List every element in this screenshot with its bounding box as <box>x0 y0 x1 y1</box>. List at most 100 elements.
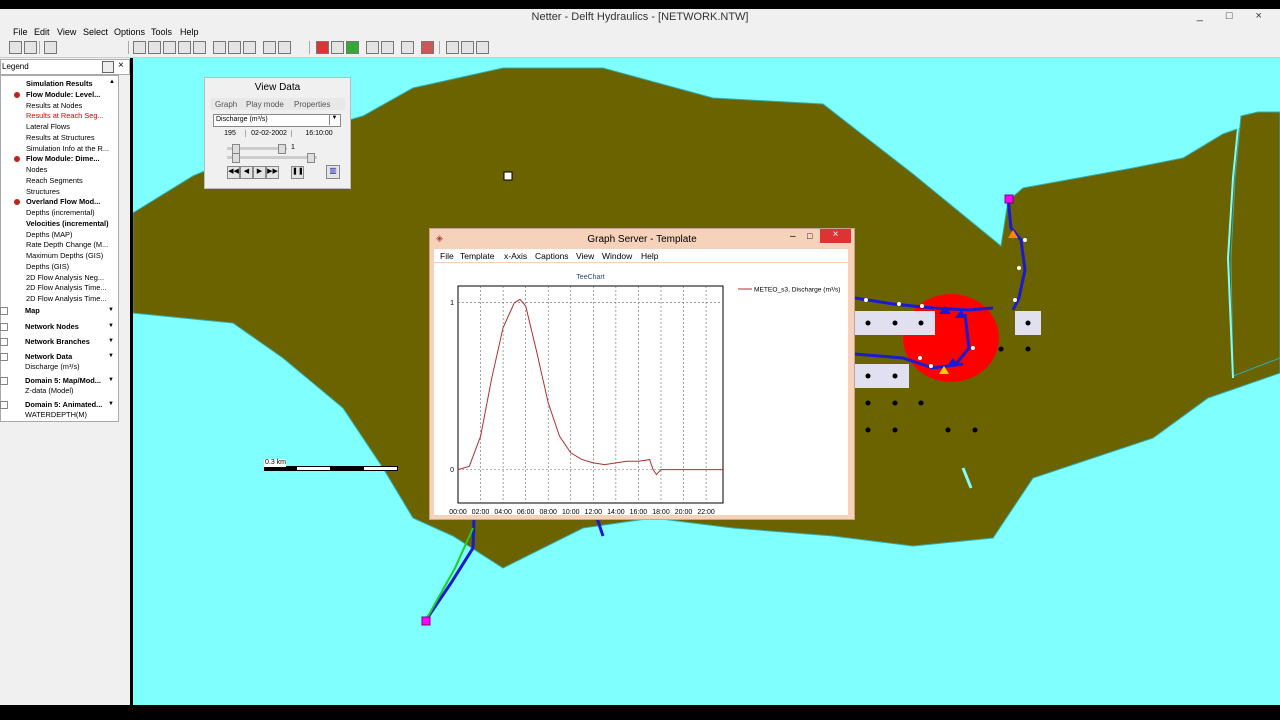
menu-tools[interactable]: Tools <box>151 27 172 37</box>
expand-icon[interactable]: ▼ <box>108 401 114 407</box>
graph-tool-icon[interactable] <box>366 41 379 54</box>
pan-icon[interactable] <box>178 41 191 54</box>
view-data-window[interactable]: View Data Graph Play mode Properties Dis… <box>204 77 351 189</box>
branch-tool-icon[interactable] <box>331 41 344 54</box>
select-icon[interactable] <box>193 41 206 54</box>
legend-item[interactable]: Depths (MAP) <box>26 230 72 239</box>
run-icon[interactable] <box>446 41 459 54</box>
legend-group-dot[interactable] <box>14 156 20 163</box>
graph-server-window[interactable]: ◈ Graph Server - Template – □ × File Tem… <box>429 228 855 520</box>
speed-slider-handle-2[interactable] <box>307 153 315 163</box>
zoom-extent-icon[interactable] <box>163 41 176 54</box>
legend-section-label[interactable]: Network Nodes <box>25 322 79 331</box>
close-icon[interactable]: × <box>820 229 851 243</box>
measure-icon[interactable] <box>381 41 394 54</box>
legend-item[interactable]: Velocities (incremental) <box>26 219 109 228</box>
legend-item[interactable]: 2D Flow Analysis Time... <box>26 283 107 292</box>
legend-item[interactable]: Lateral Flows <box>26 122 70 131</box>
legend-item[interactable]: Flow Module: Level... <box>26 90 100 99</box>
lock-icon[interactable] <box>278 41 291 54</box>
graph-menu-x-axis[interactable]: x-Axis <box>504 251 527 261</box>
menu-file[interactable]: File <box>13 27 28 37</box>
expand-icon[interactable]: ▼ <box>108 338 114 344</box>
legend-item[interactable]: Depths (GIS) <box>26 262 69 271</box>
legend-item[interactable]: Nodes <box>26 165 47 174</box>
node-tool-icon[interactable] <box>316 41 329 54</box>
close-icon[interactable]: × <box>118 60 124 71</box>
menu-view[interactable]: View <box>57 27 76 37</box>
legend-item[interactable]: Simulation Results <box>26 79 93 88</box>
layer-icon[interactable] <box>263 41 276 54</box>
pause-icon[interactable]: ❚❚ <box>291 166 304 179</box>
legend-section-label[interactable]: Domain 5: Animated... <box>25 400 102 409</box>
legend-section-label[interactable]: Network Data <box>25 352 72 361</box>
menu-edit[interactable]: Edit <box>34 27 50 37</box>
legend-section-checkbox[interactable] <box>0 377 8 385</box>
zoom-full-icon[interactable] <box>243 41 256 54</box>
legend-section-checkbox[interactable] <box>0 323 8 331</box>
end-slider-handle[interactable] <box>278 144 286 154</box>
graph-menu-file[interactable]: File <box>440 251 454 261</box>
zoom-previous-icon[interactable] <box>228 41 241 54</box>
menu-select[interactable]: Select <box>83 27 108 37</box>
legend-section-label[interactable]: Map <box>25 306 40 315</box>
legend-item[interactable]: Rate Depth Change (M... <box>26 240 108 249</box>
maximize-icon[interactable]: □ <box>807 231 812 241</box>
graph-menu-help[interactable]: Help <box>641 251 658 261</box>
graph-menu-view[interactable]: View <box>576 251 594 261</box>
fast-forward-icon[interactable]: ▶▶ <box>266 166 279 179</box>
expand-icon[interactable]: ▼ <box>108 307 114 313</box>
legend-item[interactable]: Reach Segments <box>26 176 83 185</box>
rewind-icon[interactable]: ◀◀ <box>227 166 240 179</box>
zoom-window-icon[interactable] <box>213 41 226 54</box>
undock-icon[interactable] <box>102 61 114 73</box>
speed-slider-track[interactable] <box>227 156 317 159</box>
legend-item[interactable]: Results at Nodes <box>26 101 82 110</box>
graph-menu-window[interactable]: Window <box>602 251 632 261</box>
delete-icon[interactable] <box>421 41 434 54</box>
tab-graph[interactable]: Graph <box>215 100 237 109</box>
menu-options[interactable]: Options <box>114 27 145 37</box>
parameter-select[interactable]: Discharge (m³/s) ▼ <box>213 114 341 127</box>
legend-item[interactable]: Results at Structures <box>26 133 95 142</box>
legend-item[interactable]: 2D Flow Analysis Neg... <box>26 273 104 282</box>
legend-section-label[interactable]: Domain 5: Map/Mod... <box>25 376 101 385</box>
legend-section-checkbox[interactable] <box>0 307 8 315</box>
legend-item[interactable]: 2D Flow Analysis Time... <box>26 294 107 303</box>
legend-section-checkbox[interactable] <box>0 353 8 361</box>
legend-item[interactable]: Simulation Info at the R... <box>26 144 109 153</box>
settings-icon[interactable] <box>476 41 489 54</box>
legend-item[interactable]: Structures <box>26 187 60 196</box>
legend-section-label[interactable]: Network Branches <box>25 337 90 346</box>
play-icon[interactable]: ▶ <box>253 166 266 179</box>
expand-icon[interactable]: ▼ <box>108 377 114 383</box>
new-icon[interactable] <box>9 41 22 54</box>
zoom-out-icon[interactable] <box>148 41 161 54</box>
collapse-icon[interactable]: ▲ <box>109 79 115 85</box>
speed-slider-handle[interactable] <box>232 153 240 163</box>
expand-icon[interactable]: ▼ <box>108 353 114 359</box>
legend-item[interactable]: Flow Module: Dime... <box>26 154 100 163</box>
legend-item[interactable]: Maximum Depths (GIS) <box>26 251 103 260</box>
expand-icon[interactable]: ▼ <box>108 323 114 329</box>
results-tool-icon[interactable] <box>346 41 359 54</box>
legend-group-dot[interactable] <box>14 91 20 98</box>
legend-item[interactable]: Depths (incremental) <box>26 208 95 217</box>
graph-menu-captions[interactable]: Captions <box>535 251 569 261</box>
chart-icon[interactable]: ▥ <box>326 165 340 179</box>
help-icon[interactable] <box>44 41 57 54</box>
legend-item[interactable]: Overland Flow Mod... <box>26 197 100 206</box>
tab-properties[interactable]: Properties <box>294 100 330 109</box>
minimize-icon[interactable]: – <box>790 231 796 242</box>
chevron-down-icon[interactable]: ▼ <box>329 115 339 125</box>
graph-menu-template[interactable]: Template <box>460 251 495 261</box>
tab-play-mode[interactable]: Play mode <box>246 100 284 109</box>
info-icon[interactable] <box>401 41 414 54</box>
menu-help[interactable]: Help <box>180 27 199 37</box>
legend-section-checkbox[interactable] <box>0 338 8 346</box>
legend-section-checkbox[interactable] <box>0 401 8 409</box>
print-icon[interactable] <box>24 41 37 54</box>
run-step-icon[interactable] <box>461 41 474 54</box>
legend-item[interactable]: Results at Reach Seg... <box>26 111 104 120</box>
zoom-in-icon[interactable] <box>133 41 146 54</box>
